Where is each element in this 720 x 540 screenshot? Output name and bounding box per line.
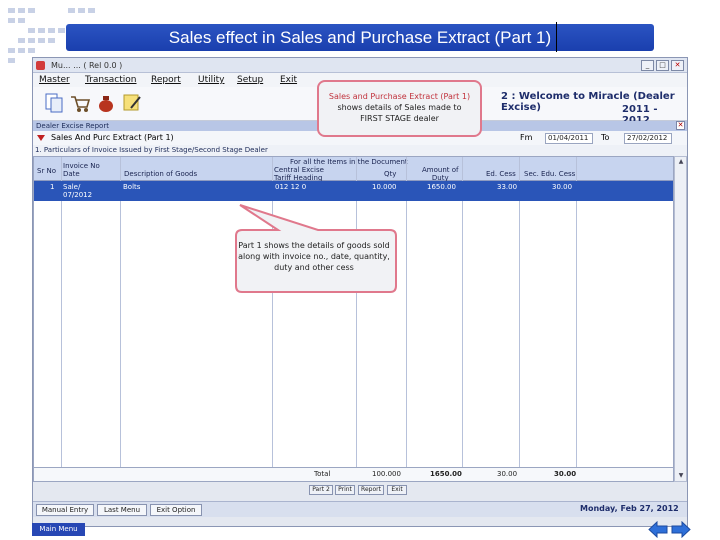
cell-ed-cess: 33.00 bbox=[497, 183, 518, 191]
header-amount: Amount of Duty bbox=[422, 166, 459, 182]
column-divider bbox=[120, 157, 121, 481]
cell-description: Bolts bbox=[123, 183, 141, 191]
section-heading: 1. Particulars of Invoice Issued by Firs… bbox=[33, 145, 687, 156]
app-icon bbox=[36, 61, 45, 70]
menu-utility[interactable]: Utility bbox=[198, 73, 224, 87]
callout-line: FIRST STAGE dealer bbox=[360, 114, 439, 123]
note-edit-icon[interactable] bbox=[121, 92, 143, 114]
header-tariff: Central Excise Tariff Heading bbox=[274, 166, 324, 182]
manual-entry-button[interactable]: Manual Entry bbox=[36, 504, 94, 516]
header-invoice: Invoice No Date bbox=[63, 162, 100, 178]
callout-extract-info: Sales and Purchase Extract (Part 1) show… bbox=[317, 80, 482, 137]
header-ed-cess: Ed. Cess bbox=[486, 170, 516, 178]
part2-button[interactable]: Part 2 bbox=[309, 485, 333, 495]
to-label: To bbox=[601, 133, 610, 142]
form-title: Sales And Purc Extract (Part 1) bbox=[51, 133, 174, 142]
minimize-button[interactable]: _ bbox=[641, 60, 654, 71]
vertical-scrollbar[interactable]: ▲ ▼ bbox=[674, 156, 687, 482]
column-divider bbox=[519, 157, 520, 481]
subwindow-close-button[interactable]: ✕ bbox=[676, 121, 685, 130]
column-divider bbox=[406, 157, 407, 481]
total-label: Total bbox=[314, 470, 331, 478]
cell-srno: 1 bbox=[50, 183, 55, 191]
column-divider bbox=[61, 157, 62, 481]
menu-setup[interactable]: Setup bbox=[237, 73, 263, 87]
cell-qty: 10.000 bbox=[372, 183, 397, 191]
column-divider bbox=[462, 157, 463, 481]
slide-title: Sales effect in Sales and Purchase Extra… bbox=[66, 24, 654, 51]
status-date: Monday, Feb 27, 2012 bbox=[580, 504, 679, 513]
group-header: For all the Items in the Document bbox=[290, 158, 408, 166]
header-description: Description of Goods bbox=[124, 170, 198, 178]
close-button[interactable]: ✕ bbox=[671, 60, 684, 71]
last-menu-button[interactable]: Last Menu bbox=[97, 504, 147, 516]
menu-report[interactable]: Report bbox=[151, 73, 181, 87]
menu-exit[interactable]: Exit bbox=[280, 73, 297, 87]
header-sec-edu-cess: Sec. Edu. Cess bbox=[524, 170, 576, 178]
maximize-button[interactable]: □ bbox=[656, 60, 669, 71]
grid-button-row: Part 2 Print Report Exit bbox=[33, 482, 687, 498]
slide-page: Sales effect in Sales and Purchase Extra… bbox=[0, 0, 720, 540]
table-row[interactable]: 1 Sale/ 07/2012 Bolts 012 12 0 10.000 16… bbox=[34, 181, 673, 201]
cell-amount: 1650.00 bbox=[427, 183, 456, 191]
cell-invoice: Sale/ 07/2012 bbox=[63, 183, 93, 199]
from-label: Fm bbox=[520, 133, 533, 142]
status-bar: Manual Entry Last Menu Exit Option Monda… bbox=[33, 501, 687, 517]
total-sec-edu-cess: 30.00 bbox=[554, 470, 577, 478]
money-bag-icon[interactable] bbox=[95, 92, 117, 114]
document-icon[interactable] bbox=[43, 92, 65, 114]
back-arrow-icon[interactable] bbox=[648, 521, 668, 538]
to-date-field[interactable]: 27/02/2012 bbox=[624, 133, 672, 144]
total-qty: 100.000 bbox=[372, 470, 401, 478]
menu-transaction[interactable]: Transaction bbox=[85, 73, 137, 87]
grid-header: For all the Items in the Document Sr No … bbox=[34, 157, 673, 182]
callout-title: Sales and Purchase Extract (Part 1) bbox=[328, 92, 471, 101]
window-titlebar: Mu... ... ( Rel 0.0 ) _ □ ✕ bbox=[33, 58, 687, 73]
header-srno: Sr No bbox=[37, 167, 57, 175]
exit-button[interactable]: Exit bbox=[387, 485, 407, 495]
main-menu-button[interactable]: Main Menu bbox=[32, 523, 85, 536]
cell-sec-edu-cess: 30.00 bbox=[552, 183, 573, 191]
print-button[interactable]: Print bbox=[335, 485, 355, 495]
exit-option-button[interactable]: Exit Option bbox=[150, 504, 202, 516]
column-divider bbox=[576, 157, 577, 481]
scroll-up-icon[interactable]: ▲ bbox=[677, 158, 685, 166]
cart-icon[interactable] bbox=[69, 92, 91, 114]
cell-tariff: 012 12 0 bbox=[275, 183, 307, 191]
scroll-down-icon[interactable]: ▼ bbox=[677, 472, 685, 480]
from-date-field[interactable]: 01/04/2011 bbox=[545, 133, 593, 144]
callout-part1-text: Part 1 shows the details of goods sold a… bbox=[238, 241, 390, 272]
report-button[interactable]: Report bbox=[358, 485, 384, 495]
subbar-label: Dealer Excise Report bbox=[36, 122, 109, 130]
menu-master[interactable]: Master bbox=[39, 73, 70, 87]
callout-line: shows details of Sales made to bbox=[337, 103, 462, 112]
collapse-triangle-icon[interactable] bbox=[37, 135, 45, 141]
grid-total-row: Total 100.000 1650.00 30.00 30.00 bbox=[34, 467, 673, 481]
section-heading-text: 1. Particulars of Invoice Issued by Firs… bbox=[35, 146, 268, 154]
window-title: Mu... ... ( Rel 0.0 ) bbox=[51, 61, 123, 70]
total-ed-cess: 30.00 bbox=[497, 470, 518, 478]
header-qty: Qty bbox=[384, 170, 397, 178]
text-cursor bbox=[556, 22, 557, 52]
forward-arrow-icon[interactable] bbox=[671, 521, 691, 538]
total-amount: 1650.00 bbox=[430, 470, 462, 478]
